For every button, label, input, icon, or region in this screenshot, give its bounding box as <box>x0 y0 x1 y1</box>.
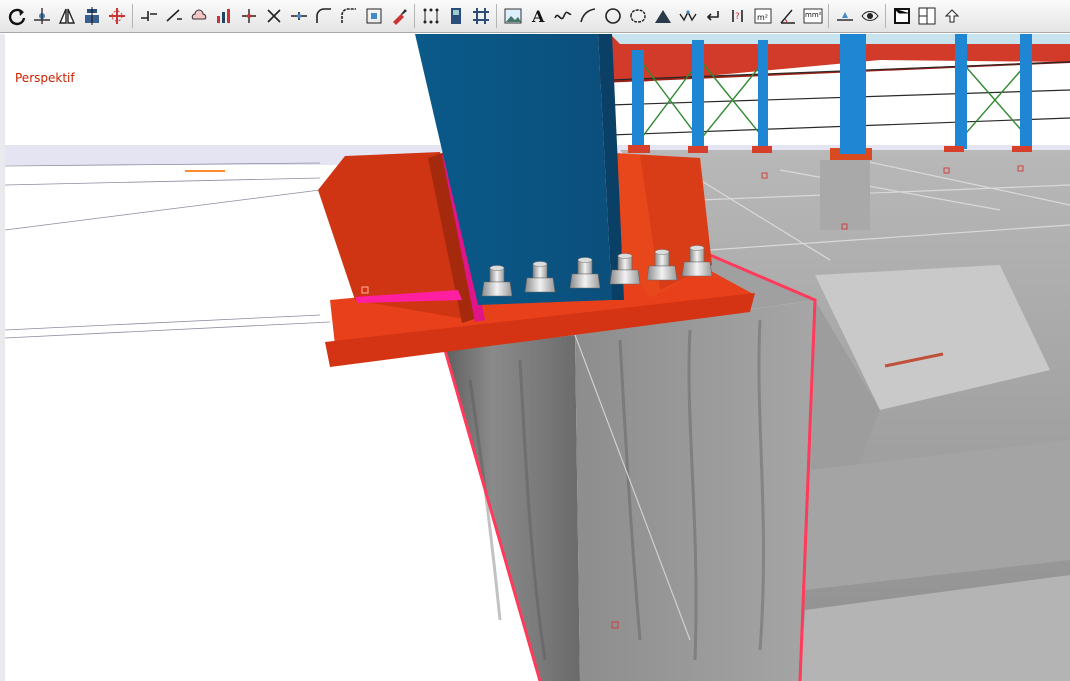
area-m2-icon: m² <box>754 8 771 24</box>
toolbar-separator <box>828 4 829 28</box>
extend-line-icon <box>165 9 182 22</box>
move-grid-button[interactable] <box>104 3 129 29</box>
point-snap-icon <box>33 8 50 24</box>
polyline-button[interactable] <box>675 3 700 29</box>
roof-structure <box>599 34 1070 83</box>
main-toolbar: A? m² mm² <box>0 0 1070 33</box>
cloud-icon <box>191 9 206 20</box>
break-line-icon <box>140 11 157 21</box>
split-icon <box>290 12 307 20</box>
view-mode-label: Perspektif <box>15 71 75 85</box>
arc-line-icon <box>579 8 595 23</box>
arc-button[interactable] <box>311 3 336 29</box>
extend-line-button[interactable] <box>161 3 186 29</box>
spline-icon <box>553 11 572 20</box>
area-mm2-button[interactable]: mm² <box>800 3 825 29</box>
cross-icon <box>266 9 281 23</box>
select-box-button[interactable] <box>361 3 386 29</box>
door-icon <box>450 8 461 24</box>
area-mm2-label: mm² <box>805 11 822 19</box>
cross-button[interactable] <box>261 3 286 29</box>
toolbar-separator <box>132 4 133 28</box>
select-box-icon <box>366 8 381 24</box>
refresh-icon <box>8 8 25 26</box>
intersect-button[interactable] <box>236 3 261 29</box>
svg-text:A: A <box>531 7 545 26</box>
circle-icon <box>604 8 621 24</box>
more-button[interactable] <box>939 3 964 29</box>
fillet-button[interactable] <box>336 3 361 29</box>
door-button[interactable] <box>443 3 468 29</box>
elevation-button[interactable] <box>832 3 857 29</box>
3d-viewport[interactable]: Perspektif <box>0 34 1070 681</box>
arc-icon <box>315 8 331 23</box>
measure-icon: ? <box>731 10 743 22</box>
fillet-icon <box>340 8 356 23</box>
area-m2-label: m² <box>757 13 768 22</box>
return-icon <box>706 11 719 21</box>
mirror-button[interactable] <box>54 3 79 29</box>
grid-points-icon <box>423 8 438 24</box>
ground-grid <box>5 162 331 339</box>
box-view-button[interactable] <box>889 3 914 29</box>
arc-line-button[interactable] <box>575 3 600 29</box>
angle-measure-icon <box>779 9 795 24</box>
brush-button[interactable] <box>386 3 411 29</box>
structural-scene[interactable] <box>0 34 1070 681</box>
polyline-icon <box>678 10 697 22</box>
align-icon <box>84 7 99 25</box>
cloud-button[interactable] <box>186 3 211 29</box>
cloud-shape-icon <box>629 9 646 23</box>
return-button[interactable] <box>700 3 725 29</box>
intersect-icon <box>241 9 256 23</box>
concrete-footing-front <box>445 335 580 681</box>
brush-icon <box>392 9 407 25</box>
measure-button[interactable]: ? <box>725 3 750 29</box>
grid-points-button[interactable] <box>418 3 443 29</box>
eye-view-icon <box>860 11 879 21</box>
point-snap-button[interactable] <box>29 3 54 29</box>
refresh-button[interactable] <box>4 3 29 29</box>
image-icon <box>504 8 521 24</box>
area-m2-button[interactable]: m² <box>750 3 775 29</box>
slope-button[interactable] <box>650 3 675 29</box>
angle-measure-button[interactable] <box>775 3 800 29</box>
text-icon: A <box>531 7 545 26</box>
box-view-icon <box>893 8 910 24</box>
toolbar-separator <box>496 4 497 28</box>
pedestal-bg <box>820 160 870 230</box>
layout-button[interactable] <box>914 3 939 29</box>
hash-grid-icon <box>472 8 489 24</box>
circle-button[interactable] <box>600 3 625 29</box>
break-line-button[interactable] <box>136 3 161 29</box>
cloud-shape-button[interactable] <box>625 3 650 29</box>
column-chart-button[interactable] <box>211 3 236 29</box>
mirror-icon <box>58 8 75 24</box>
text-button[interactable]: A <box>525 3 550 29</box>
svg-text:?: ? <box>735 12 740 22</box>
eye-view-button[interactable] <box>857 3 882 29</box>
toolbar-separator <box>885 4 886 28</box>
hash-grid-button[interactable] <box>468 3 493 29</box>
elevation-icon <box>836 12 853 21</box>
toolbar-separator <box>414 4 415 28</box>
column-chart-icon <box>216 9 230 23</box>
area-mm2-icon: mm² <box>803 8 822 24</box>
split-button[interactable] <box>286 3 311 29</box>
image-button[interactable] <box>500 3 525 29</box>
align-button[interactable] <box>79 3 104 29</box>
move-grid-icon <box>108 8 125 24</box>
spline-button[interactable] <box>550 3 575 29</box>
more-icon <box>944 9 959 23</box>
layout-icon <box>918 7 935 25</box>
slope-icon <box>654 10 671 23</box>
